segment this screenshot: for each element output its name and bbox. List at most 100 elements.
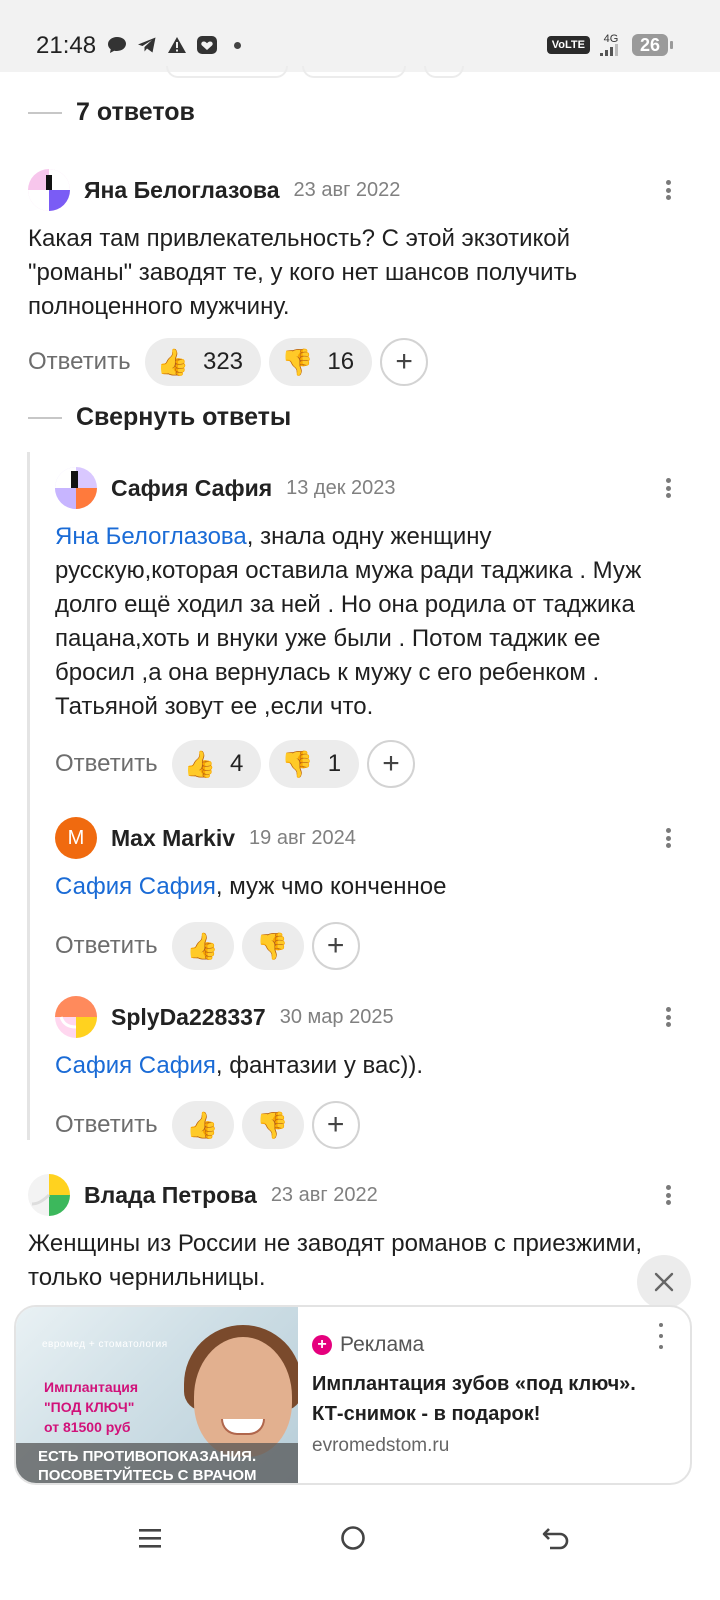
avatar[interactable] <box>55 467 97 509</box>
ad-url[interactable]: evromedstom.ru <box>312 1435 449 1457</box>
comment-text: Сафия Сафия, муж чмо конченное <box>55 873 447 900</box>
scrolled-button-edge <box>302 66 406 78</box>
dot-icon <box>226 34 248 56</box>
scrolled-button-edge <box>424 66 464 78</box>
comment-text: Женщины из России не заводят романов с п… <box>28 1230 643 1291</box>
telegram-icon <box>136 34 158 56</box>
add-reaction-button[interactable]: + <box>367 740 416 788</box>
like-count: 4 <box>229 750 244 777</box>
signal-icon: 4G <box>599 34 622 56</box>
like-button[interactable]: 👍 4 <box>171 740 262 788</box>
avatar[interactable] <box>28 1174 70 1216</box>
plus-icon: + <box>395 345 413 378</box>
ad-image-warning: ЕСТЬ ПРОТИВОПОКАЗАНИЯ. ПОСОВЕТУЙТЕСЬ С В… <box>16 1443 298 1483</box>
dislike-count: 1 <box>327 750 342 777</box>
ad-image-promo: Имплантация "ПОД КЛЮЧ" от 81500 руб <box>44 1379 139 1435</box>
volte-badge: VoLTE <box>546 36 590 54</box>
dislike-button[interactable]: 👎 <box>241 1101 304 1149</box>
ad-label: + Реклама <box>312 1333 424 1357</box>
ad-close-button[interactable] <box>637 1255 691 1309</box>
status-bar: 21:48 VoLTE 4G 26 <box>0 0 720 72</box>
more-options-icon[interactable] <box>656 176 680 204</box>
thread-indent-line <box>27 452 30 1140</box>
comment-date: 19 авг 2024 <box>249 826 356 849</box>
reply-button[interactable]: Ответить <box>55 750 158 778</box>
replies-count-toggle[interactable]: 7 ответов <box>28 98 195 127</box>
more-options-icon[interactable] <box>656 1003 680 1031</box>
avatar[interactable]: M <box>55 817 97 859</box>
mention-link[interactable]: Яна Белоглазова <box>55 523 247 550</box>
home-icon[interactable] <box>323 1514 383 1562</box>
avatar[interactable] <box>55 996 97 1038</box>
collapse-replies-toggle[interactable]: Свернуть ответы <box>28 403 291 432</box>
plus-icon: + <box>326 929 345 962</box>
thumbs-down-icon: 👎 <box>256 931 289 961</box>
comment-text: Яна Белоглазова, знала одну женщину русс… <box>55 523 642 720</box>
comment: Сафия Сафия 13 дек 2023 Яна Белоглазова,… <box>55 466 720 788</box>
thumbs-up-icon: 👍 <box>156 347 189 377</box>
comment: SplyDa228337 30 мар 2025 Сафия Сафия, фа… <box>55 995 720 1149</box>
avatar[interactable] <box>28 169 70 211</box>
ad-image-brand: евромед + стоматология <box>42 1339 168 1350</box>
plus-icon: + <box>326 1108 345 1141</box>
thumbs-down-icon: 👎 <box>281 347 314 377</box>
ad-brand-icon: + <box>312 1335 332 1355</box>
comment-date: 23 авг 2022 <box>293 178 401 201</box>
comment-date: 13 дек 2023 <box>286 476 396 499</box>
collapse-replies-label: Свернуть ответы <box>76 403 292 431</box>
thumbs-up-icon: 👍 <box>186 931 219 961</box>
mention-link[interactable]: Сафия Сафия <box>55 873 216 900</box>
thumbs-up-icon: 👍 <box>186 1110 219 1140</box>
reply-button[interactable]: Ответить <box>28 348 131 376</box>
dislike-button[interactable]: 👎 <box>241 922 304 970</box>
ad-body[interactable]: + Реклама Имплантация зубов «под ключ». … <box>312 1307 690 1483</box>
status-time: 21:48 <box>36 32 97 59</box>
mention-link[interactable]: Сафия Сафия <box>55 1052 216 1079</box>
like-button[interactable]: 👍 <box>171 922 234 970</box>
like-button[interactable]: 👍 323 <box>144 338 262 386</box>
add-reaction-button[interactable]: + <box>311 922 360 970</box>
dislike-button[interactable]: 👎 1 <box>269 740 360 788</box>
close-icon <box>654 1272 674 1292</box>
comment-author[interactable]: Max Markiv <box>111 825 235 852</box>
comment-author[interactable]: Яна Белоглазова <box>84 177 280 204</box>
add-reaction-button[interactable]: + <box>380 338 429 386</box>
system-status: VoLTE 4G 26 <box>546 34 674 56</box>
comment-author[interactable]: Влада Петрова <box>84 1182 257 1209</box>
chat-bubble-icon <box>106 34 128 56</box>
comment-author[interactable]: SplyDa228337 <box>111 1004 266 1031</box>
ad-more-options-icon[interactable] <box>656 1323 666 1349</box>
system-nav-bar <box>0 1490 720 1600</box>
more-options-icon[interactable] <box>656 474 680 502</box>
comment: M Max Markiv 19 авг 2024 Сафия Сафия, му… <box>55 816 720 970</box>
comment-text: Какая там привлекательность? С этой экзо… <box>28 225 578 320</box>
dislike-count: 16 <box>327 348 355 375</box>
menu-icon[interactable] <box>120 1514 180 1562</box>
comment: Влада Петрова 23 авг 2022 Женщины из Рос… <box>28 1173 720 1295</box>
reply-button[interactable]: Ответить <box>55 932 158 960</box>
notification-icons <box>106 34 248 56</box>
like-count: 323 <box>202 348 244 375</box>
dislike-button[interactable]: 👎 16 <box>269 338 373 386</box>
scrolled-button-edge <box>166 66 288 78</box>
comment-author[interactable]: Сафия Сафия <box>111 475 272 502</box>
ad-title[interactable]: Имплантация зубов «под ключ». КТ-снимок … <box>312 1369 672 1429</box>
ad-image[interactable]: евромед + стоматология Имплантация "ПОД … <box>16 1307 298 1483</box>
back-icon[interactable] <box>526 1514 586 1562</box>
thumbs-down-icon: 👎 <box>256 1110 289 1140</box>
more-options-icon[interactable] <box>656 824 680 852</box>
reply-button[interactable]: Ответить <box>55 1111 158 1139</box>
battery-indicator: 26 <box>631 34 674 56</box>
comment: Яна Белоглазова 23 авг 2022 Какая там пр… <box>28 168 720 386</box>
plus-icon: + <box>382 747 400 780</box>
comment-date: 23 авг 2022 <box>270 1183 378 1206</box>
like-button[interactable]: 👍 <box>171 1101 234 1149</box>
replies-count-label: 7 ответов <box>76 98 195 126</box>
add-reaction-button[interactable]: + <box>311 1101 360 1149</box>
warning-icon <box>166 34 188 56</box>
comment-text: Сафия Сафия, фантазии у вас)). <box>55 1052 423 1079</box>
comment-date: 30 мар 2025 <box>279 1005 394 1028</box>
thumbs-up-icon: 👍 <box>183 749 216 779</box>
ad-banner[interactable]: евромед + стоматология Имплантация "ПОД … <box>14 1305 692 1485</box>
more-options-icon[interactable] <box>656 1181 680 1209</box>
